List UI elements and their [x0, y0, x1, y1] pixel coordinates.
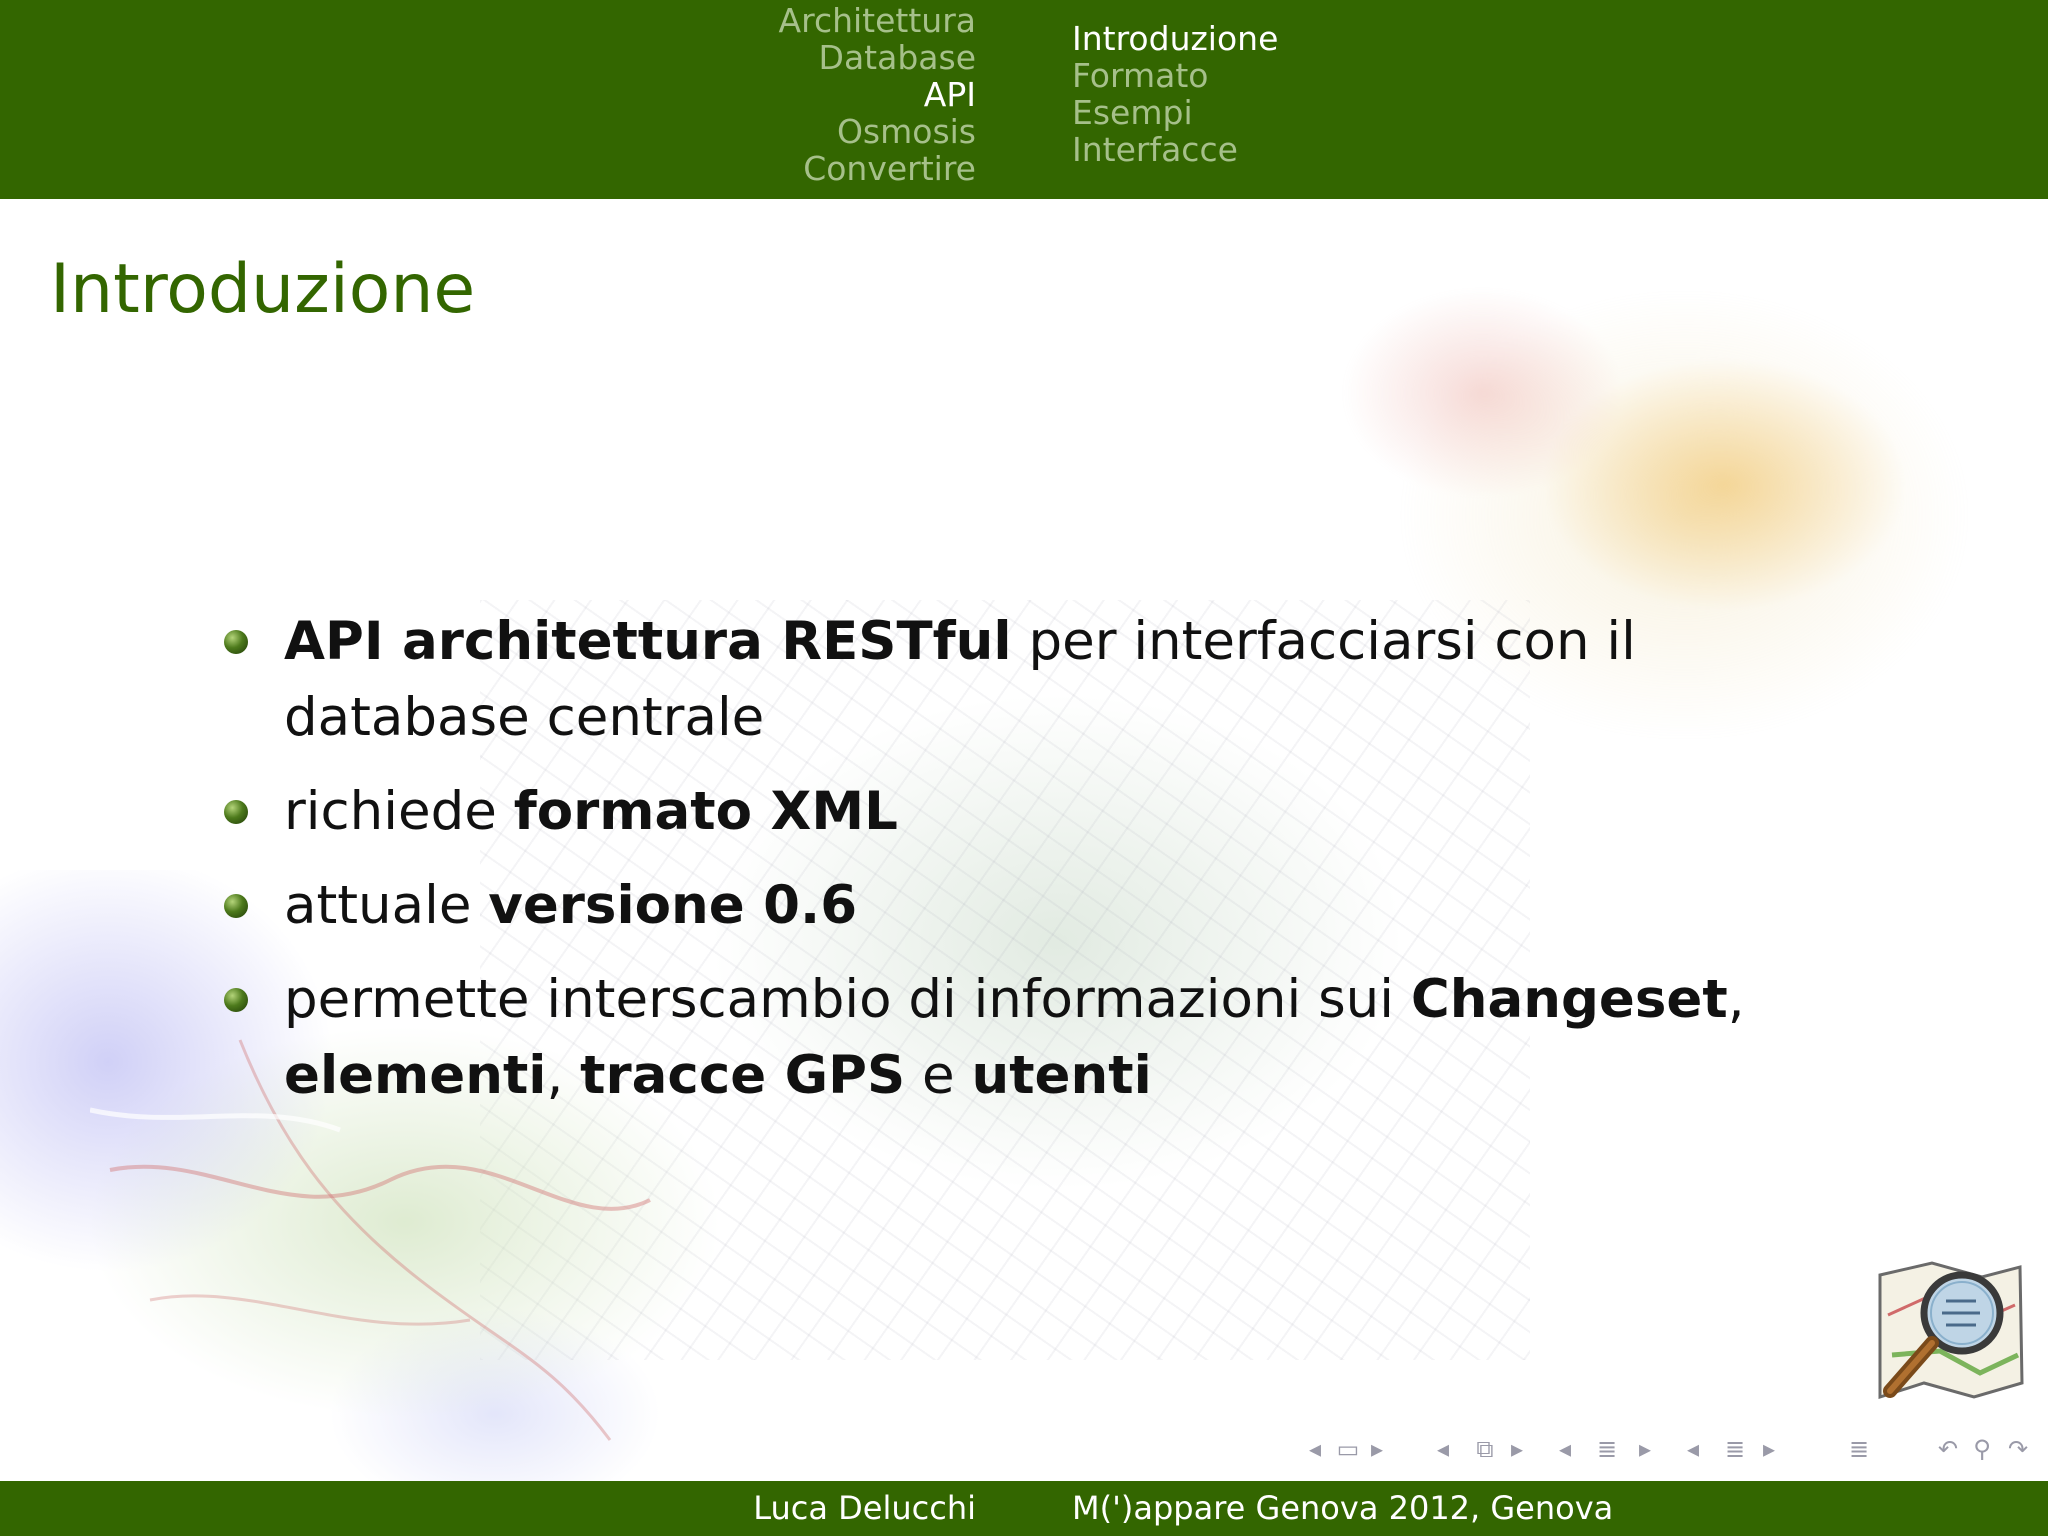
footer-event: M(')appare Genova 2012, Genova: [1072, 1489, 1614, 1527]
subsection-icon[interactable]: ≣: [1589, 1432, 1625, 1466]
bullet-bold-text: elementi: [284, 1045, 547, 1106]
section-navigation: Architettura Database API Osmosis Convertire: [779, 2, 976, 187]
search-icon[interactable]: ⚲: [1967, 1432, 1997, 1466]
bullet-ball-icon: [224, 894, 248, 918]
nav-section-architettura[interactable]: Architettura: [779, 2, 976, 39]
bullet-ball-icon: [224, 800, 248, 824]
openstreetmap-logo: [1878, 1261, 2024, 1400]
bullet-item: API architettura RESTful per interfaccia…: [220, 604, 1880, 756]
bullet-text: permette interscambio di informazioni su…: [284, 969, 1411, 1030]
bullet-item: richiede formato XML: [220, 774, 1880, 850]
nav-subsection-introduzione[interactable]: Introduzione: [1072, 20, 1278, 57]
slide: Architettura Database API Osmosis Convertire…: [0, 0, 2048, 1536]
arrow-right-icon[interactable]: ▸: [1507, 1432, 1527, 1466]
nav-section-convertire[interactable]: Convertire: [779, 150, 976, 187]
nav-subsection-esempi[interactable]: Esempi: [1072, 94, 1278, 131]
bullet-bold-text: utenti: [971, 1045, 1152, 1106]
bullet-ball-icon: [224, 630, 248, 654]
section-icon[interactable]: ≣: [1717, 1432, 1753, 1466]
arrow-right-icon[interactable]: ▸: [1759, 1432, 1779, 1466]
frame-icon[interactable]: ⧉: [1467, 1432, 1503, 1466]
bullet-bold-text: Changeset: [1410, 969, 1728, 1030]
bullet-text: e: [905, 1045, 972, 1106]
bullet-text: richiede: [284, 781, 514, 842]
redo-icon[interactable]: ↷: [2003, 1432, 2033, 1466]
bullet-bold-text: formato XML: [513, 781, 898, 842]
bullet-item: permette interscambio di informazioni su…: [220, 962, 1880, 1114]
bullet-bold-text: tracce GPS: [580, 1045, 906, 1106]
bullet-item: attuale versione 0.6: [220, 868, 1880, 944]
arrow-left-icon[interactable]: ◂: [1555, 1432, 1575, 1466]
document-icon[interactable]: ≣: [1841, 1432, 1877, 1466]
slide-title: Introduzione: [50, 250, 476, 329]
bullet-text: ,: [1727, 969, 1745, 1030]
bullet-ball-icon: [224, 988, 248, 1012]
bullet-bold-text: API architettura RESTful: [284, 611, 1012, 672]
header-bar: Architettura Database API Osmosis Convertire…: [0, 0, 2048, 199]
arrow-left-icon[interactable]: ◂: [1305, 1432, 1325, 1466]
bullet-text: attuale: [284, 875, 489, 936]
nav-section-database[interactable]: Database: [779, 39, 976, 76]
undo-icon[interactable]: ↶: [1933, 1432, 1963, 1466]
subsection-navigation: Introduzione Formato Esempi Interfacce: [1072, 20, 1278, 168]
arrow-left-icon[interactable]: ◂: [1683, 1432, 1703, 1466]
footer-author: Luca Delucchi: [753, 1489, 976, 1527]
bullet-list: API architettura RESTful per interfaccia…: [220, 604, 1880, 1132]
bullet-bold-text: versione 0.6: [488, 875, 858, 936]
arrow-right-icon[interactable]: ▸: [1367, 1432, 1387, 1466]
slide-icon[interactable]: ▭: [1333, 1432, 1363, 1466]
arrow-right-icon[interactable]: ▸: [1635, 1432, 1655, 1466]
arrow-left-icon[interactable]: ◂: [1433, 1432, 1453, 1466]
nav-section-api[interactable]: API: [779, 76, 976, 113]
bullet-text: ,: [546, 1045, 581, 1106]
nav-subsection-interfacce[interactable]: Interfacce: [1072, 131, 1278, 168]
nav-section-osmosis[interactable]: Osmosis: [779, 113, 976, 150]
nav-subsection-formato[interactable]: Formato: [1072, 57, 1278, 94]
footer-bar: Luca Delucchi M(')appare Genova 2012, Ge…: [0, 1481, 2048, 1536]
